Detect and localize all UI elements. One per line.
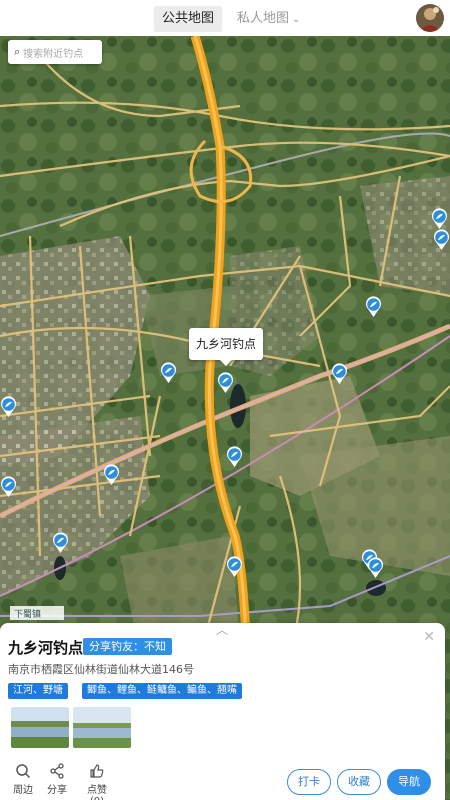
navigate-button[interactable]: 导航 — [387, 769, 431, 795]
chevron-down-icon: ⌄ — [292, 14, 301, 25]
chevron-up-icon[interactable]: ︿ — [213, 621, 231, 637]
spot-detail-sheet: ︿ ✕ 九乡河钓点 分享钓友：不知 南京市栖霞区仙林街道仙林大道146号 江河、… — [0, 623, 445, 800]
share-button[interactable]: 分享 — [44, 763, 70, 796]
search-icon: ⌕ — [14, 45, 21, 58]
top-bar: 公共地图 私人地图 ⌄ — [0, 0, 450, 36]
like-label: 点赞(0) — [87, 785, 107, 800]
spot-address: 南京市栖霞区仙林街道仙林大道146号 — [8, 663, 194, 676]
fish-species-tag: 鲫鱼、鲤鱼、鲢鳙鱼、鳊鱼、翘嘴 — [82, 683, 242, 699]
tab-public-map[interactable]: 公共地图 — [154, 6, 223, 32]
fishing-spot-pin[interactable] — [226, 556, 243, 578]
spot-photo[interactable] — [11, 707, 69, 748]
fishing-spot-pin[interactable] — [160, 362, 177, 384]
thumbs-up-icon — [90, 764, 104, 778]
fishing-spot-pin[interactable] — [365, 296, 382, 318]
nearby-search-icon — [16, 764, 31, 779]
fishing-spot-pin[interactable] — [0, 396, 17, 418]
tab-public-map-label: 公共地图 — [162, 11, 215, 26]
share-label: 分享 — [47, 785, 67, 796]
map-place-label: 下蜀镇 — [14, 608, 41, 620]
fishing-spot-pin[interactable] — [226, 446, 243, 468]
share-icon — [50, 763, 64, 779]
fishing-spot-pin[interactable] — [103, 464, 120, 486]
share-badge: 分享钓友：不知 — [83, 638, 172, 655]
close-icon[interactable]: ✕ — [423, 629, 435, 645]
selected-spot-callout-label: 九乡河钓点 — [195, 337, 256, 351]
search-input[interactable]: ⌕ 搜索附近钓点 — [8, 40, 102, 64]
action-bar: 周边 分享 点赞(0) 打卡 收藏 导航 — [0, 759, 445, 800]
water-type-tag: 江河、野塘 — [8, 683, 68, 699]
app-root: 公共地图 私人地图 ⌄ 下蜀镇 ⌕ 搜索附近钓点 九乡河钓点 ︿ ✕ 九乡河钓点… — [0, 0, 450, 800]
avatar-image — [416, 4, 444, 32]
fishing-spot-pin-selected[interactable] — [217, 372, 234, 394]
selected-spot-callout[interactable]: 九乡河钓点 — [189, 328, 263, 366]
spot-photo[interactable] — [73, 707, 131, 748]
tab-private-map-label: 私人地图 — [237, 11, 290, 26]
tab-private-map[interactable]: 私人地图 ⌄ — [229, 6, 308, 32]
favorite-button[interactable]: 收藏 — [337, 769, 381, 795]
avatar[interactable] — [416, 4, 444, 32]
fishing-spot-pin[interactable] — [331, 363, 348, 385]
fishing-spot-pin[interactable] — [367, 557, 384, 579]
search-placeholder: 搜索附近钓点 — [23, 48, 84, 60]
nearby-label: 周边 — [13, 785, 33, 796]
fishing-spot-pin[interactable] — [431, 208, 448, 230]
like-button[interactable]: 点赞(0) — [80, 763, 114, 800]
nearby-button[interactable]: 周边 — [10, 763, 36, 796]
spot-title: 九乡河钓点 — [8, 639, 84, 657]
checkin-button[interactable]: 打卡 — [287, 769, 331, 795]
fishing-spot-pin[interactable] — [52, 532, 69, 554]
fishing-spot-pin[interactable] — [0, 476, 17, 498]
fishing-spot-pin[interactable] — [433, 229, 450, 251]
